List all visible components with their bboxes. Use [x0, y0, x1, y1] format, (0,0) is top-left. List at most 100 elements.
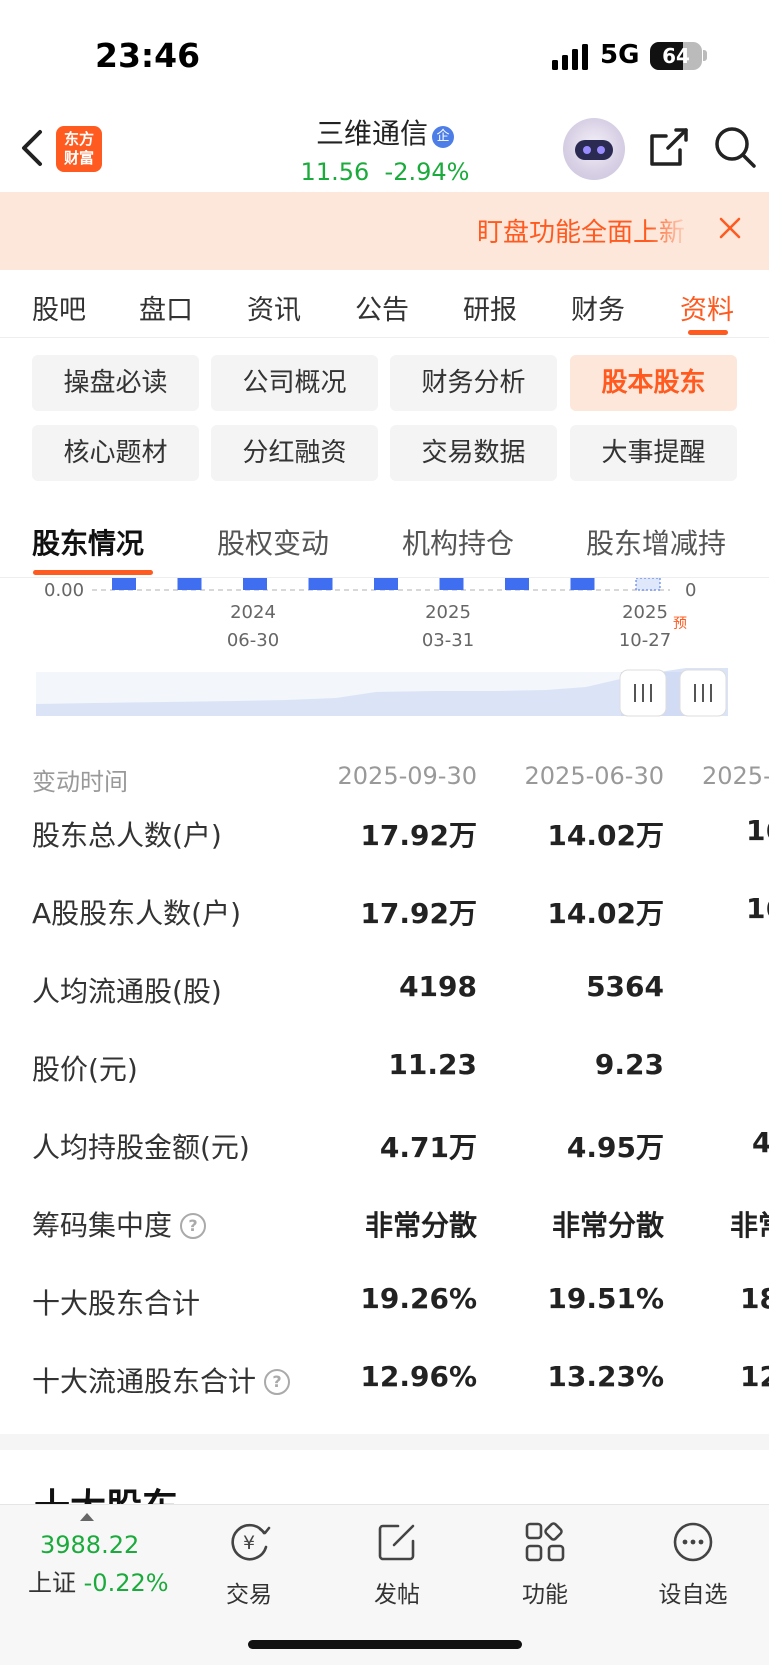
bar[interactable]: [112, 578, 136, 590]
chip-event-reminders[interactable]: 大事提醒: [570, 425, 737, 481]
chip-financial-analysis[interactable]: 财务分析: [390, 355, 557, 411]
row-value: 13.23%: [547, 1360, 664, 1393]
bottom-item-label: 发帖: [374, 1582, 420, 1608]
column-date-2: 2025-06-30: [524, 762, 664, 790]
help-icon[interactable]: ?: [264, 1369, 291, 1395]
battery-tip: [703, 50, 707, 61]
bar[interactable]: [570, 578, 595, 590]
range-handle-left-icon[interactable]: [619, 669, 667, 717]
share-icon[interactable]: [646, 124, 692, 170]
y-left-tick: 0.00: [44, 580, 84, 601]
row-value: 17.92万: [360, 897, 477, 930]
subtab-institutions[interactable]: 机构持仓: [402, 522, 514, 562]
table-row: 股价(元) 11.23 9.23: [0, 1048, 769, 1108]
trade-yen-icon: ¥: [231, 1523, 271, 1561]
row-value: 非常分散: [551, 1209, 664, 1242]
row-label: 十大流通股东合计: [32, 1365, 257, 1398]
chip-trading-data[interactable]: 交易数据: [390, 425, 557, 481]
signal-icon: [552, 44, 588, 70]
row-value: 4.71万: [379, 1131, 477, 1164]
home-indicator: [248, 1640, 522, 1649]
row-label: 人均持股金额(元): [32, 1131, 250, 1164]
help-icon[interactable]: ?: [180, 1213, 207, 1239]
range-handle-right-icon[interactable]: [679, 669, 727, 717]
column-date-1: 2025-09-30: [337, 762, 477, 790]
bottom-trade-button[interactable]: ¥ 交易: [194, 1519, 304, 1609]
column-date-3: 2025-: [702, 762, 769, 790]
stock-title[interactable]: 三维通信企 11.56 -2.94%: [240, 112, 530, 186]
tab-news[interactable]: 资讯: [247, 288, 301, 327]
forecast-bar[interactable]: [635, 578, 661, 591]
tab-pankou[interactable]: 盘口: [139, 288, 193, 327]
bar[interactable]: [177, 578, 202, 590]
table-header: 变动时间 2025-09-30 2025-06-30 2025-: [0, 762, 769, 802]
subtab-indicator: [33, 570, 153, 575]
bottom-add-watchlist-button[interactable]: 设自选: [638, 1519, 748, 1609]
row-value: 4198: [399, 970, 477, 1003]
row-value: 19.26%: [360, 1282, 477, 1315]
tab-finance[interactable]: 财务: [571, 288, 625, 327]
row-value: 14.02万: [547, 897, 664, 930]
chip-company-overview[interactable]: 公司概况: [211, 355, 378, 411]
bar[interactable]: [308, 578, 333, 590]
bar[interactable]: [439, 578, 464, 590]
search-icon[interactable]: [712, 124, 758, 170]
row-value: 9.23: [594, 1048, 664, 1081]
chart-range-slider[interactable]: [36, 668, 728, 720]
index-ticker[interactable]: 上证 -0.22%: [28, 1563, 169, 1598]
enterprise-badge-icon: 企: [432, 126, 454, 148]
bottom-post-button[interactable]: 发帖: [342, 1519, 452, 1609]
row-value: 18: [740, 1282, 769, 1315]
status-bar: 23:46 5G 64: [0, 0, 769, 108]
battery-icon: 64: [650, 42, 702, 70]
tab-guba[interactable]: 股吧: [32, 288, 86, 327]
table-row: A股股东人数(户) 17.92万 14.02万 16: [0, 892, 769, 952]
back-arrow-icon[interactable]: [18, 128, 48, 168]
subtab-equity-changes[interactable]: 股权变动: [217, 522, 329, 562]
ai-assistant-avatar-icon[interactable]: [563, 118, 625, 180]
chip-core-themes[interactable]: 核心题材: [32, 425, 199, 481]
stock-name: 三维通信: [315, 117, 428, 150]
row-label: 十大股东合计: [32, 1287, 201, 1320]
forecast-mark: 预: [673, 616, 687, 632]
bottom-functions-button[interactable]: 功能: [490, 1519, 600, 1609]
row-label: 筹码集中度: [32, 1209, 173, 1242]
row-value: 4: [752, 1126, 769, 1159]
row-value: 19.51%: [547, 1282, 664, 1315]
eastmoney-logo[interactable]: 东方 财富: [56, 126, 102, 172]
x-tick-date: 10-27: [619, 630, 671, 651]
stock-quote: 11.56 -2.94%: [240, 158, 530, 186]
stock-header: 东方 财富 三维通信企 11.56 -2.94%: [0, 108, 769, 192]
tab-profile[interactable]: 资料: [680, 288, 734, 327]
section-divider: [0, 1434, 769, 1450]
holder-sub-tabs: 股东情况 股权变动 机构持仓 股东增减持: [0, 508, 769, 578]
row-value: 4.95万: [566, 1131, 664, 1164]
index-change: -0.22%: [83, 1569, 169, 1597]
chip-dividend-financing[interactable]: 分红融资: [211, 425, 378, 481]
bar[interactable]: [505, 578, 529, 590]
tab-research[interactable]: 研报: [463, 288, 517, 327]
x-tick-date: 03-31: [422, 630, 474, 651]
status-time: 23:46: [95, 36, 201, 75]
expand-caret-icon[interactable]: [80, 1513, 94, 1521]
index-value[interactable]: 3988.22: [40, 1531, 139, 1559]
svg-text:¥: ¥: [243, 1532, 255, 1554]
chip-share-capital-holders[interactable]: 股本股东: [570, 355, 737, 411]
bars: [112, 578, 661, 591]
subtab-shareholders[interactable]: 股东情况: [32, 522, 144, 562]
row-label: 股东总人数(户): [32, 819, 222, 852]
x-tick-year: 2025: [425, 602, 471, 623]
row-label: 股价(元): [32, 1053, 138, 1086]
bar[interactable]: [374, 578, 398, 590]
logo-line-2: 财富: [63, 149, 94, 167]
subtab-holder-changes[interactable]: 股东增减持: [586, 522, 726, 562]
close-icon[interactable]: [714, 212, 746, 244]
network-type: 5G: [600, 40, 640, 70]
bar[interactable]: [243, 578, 267, 590]
tab-announcements[interactable]: 公告: [355, 288, 409, 327]
compose-icon: [378, 1524, 415, 1561]
chip-trading-must-read[interactable]: 操盘必读: [32, 355, 199, 411]
row-value: 非常分散: [364, 1209, 477, 1242]
header-label: 变动时间: [32, 768, 128, 796]
promo-banner[interactable]: 盯盘功能全面上新: [0, 192, 769, 270]
